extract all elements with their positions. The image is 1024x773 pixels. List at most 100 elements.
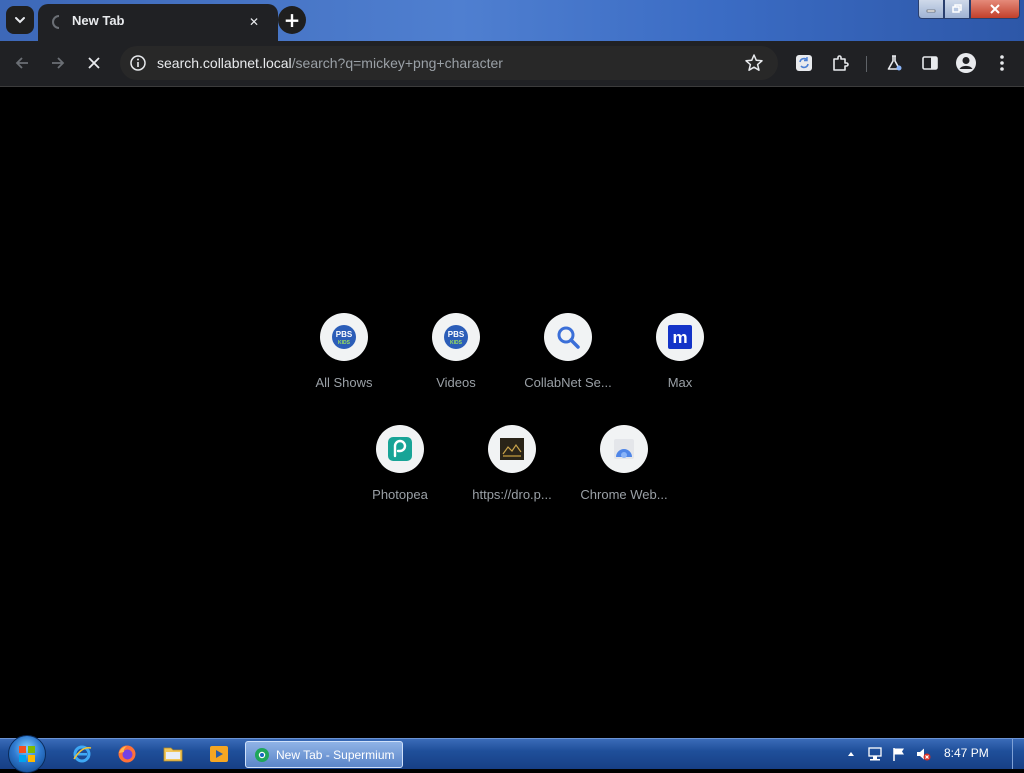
pbs-badge-line1: PBS bbox=[448, 330, 465, 339]
folder-icon bbox=[163, 747, 183, 762]
puzzle-piece-icon bbox=[833, 55, 849, 71]
toolbar-separator bbox=[866, 56, 867, 72]
shortcut-label: Videos bbox=[436, 375, 476, 390]
taskbar-internet-explorer[interactable] bbox=[70, 742, 94, 766]
show-desktop-button[interactable] bbox=[1012, 739, 1024, 769]
minimize-icon bbox=[926, 9, 936, 13]
taskbar-clock[interactable]: 8:47 PM bbox=[944, 746, 989, 760]
tray-volume[interactable] bbox=[915, 746, 931, 762]
chevron-down-icon bbox=[15, 17, 25, 24]
photopea-icon bbox=[388, 437, 412, 461]
tray-action-center[interactable] bbox=[891, 746, 907, 762]
tab-close-button[interactable]: ✕ bbox=[244, 12, 264, 32]
browser-title-bar: New Tab ✕ + bbox=[0, 0, 1024, 41]
shortcut-icon-circle: PBS KIDS bbox=[432, 313, 480, 361]
shortcut-icon-circle: m bbox=[656, 313, 704, 361]
max-letter: m bbox=[672, 328, 687, 347]
windows-taskbar: New Tab - Supermium 8:47 PM bbox=[0, 735, 1024, 773]
shortcut-label: All Shows bbox=[315, 375, 373, 390]
shortcut-collabnet-search[interactable]: CollabNet Se... bbox=[512, 311, 624, 423]
pbs-kids-icon: PBS KIDS bbox=[332, 325, 356, 349]
pbs-badge-line2: KIDS bbox=[338, 340, 351, 346]
browser-toolbar: search.collabnet.local/search?q=mickey+p… bbox=[0, 41, 1024, 87]
volume-muted-icon bbox=[917, 748, 931, 761]
network-icon bbox=[868, 747, 882, 761]
pbs-kids-icon: PBS KIDS bbox=[444, 325, 468, 349]
url-host: search.collabnet.local bbox=[157, 55, 292, 71]
arrow-left-icon bbox=[15, 57, 28, 69]
max-m-icon: m bbox=[668, 325, 692, 349]
internet-explorer-icon bbox=[73, 745, 92, 763]
stop-loading-button[interactable] bbox=[80, 49, 108, 77]
shortcut-label: CollabNet Se... bbox=[524, 375, 612, 390]
minimize-button[interactable] bbox=[918, 0, 944, 19]
shortcut-label: Max bbox=[667, 375, 693, 390]
shortcut-videos[interactable]: PBS KIDS Videos bbox=[400, 311, 512, 423]
shortcut-chrome-web-store[interactable]: Chrome Web... bbox=[568, 423, 680, 535]
shortcut-label: Photopea bbox=[372, 487, 428, 502]
taskbar-window-supermium[interactable]: New Tab - Supermium bbox=[245, 741, 403, 768]
tray-network[interactable] bbox=[867, 746, 883, 762]
flag-icon bbox=[893, 748, 904, 761]
pbs-badge-line1: PBS bbox=[336, 330, 353, 339]
dro-thumbnail-icon bbox=[500, 438, 524, 460]
taskbar-window-title: New Tab - Supermium bbox=[276, 747, 395, 762]
bookmark-star-icon[interactable] bbox=[744, 53, 764, 73]
loading-spinner-icon bbox=[52, 15, 60, 29]
site-info-icon[interactable] bbox=[129, 54, 147, 72]
side-panel-button[interactable] bbox=[916, 49, 944, 77]
shortcut-dro[interactable]: https://dro.p... bbox=[456, 423, 568, 535]
restore-icon bbox=[952, 4, 962, 13]
profile-button[interactable] bbox=[952, 49, 980, 77]
window-controls bbox=[918, 0, 1020, 19]
forward-button[interactable] bbox=[44, 49, 72, 77]
chevron-up-icon bbox=[848, 752, 854, 756]
more-vert-icon bbox=[1000, 55, 1004, 71]
windows-logo-icon bbox=[19, 746, 35, 762]
shortcut-icon-circle bbox=[488, 425, 536, 473]
close-window-button[interactable] bbox=[970, 0, 1020, 19]
side-panel-icon bbox=[922, 56, 938, 70]
shortcut-icon-circle bbox=[544, 313, 592, 361]
search-icon bbox=[557, 326, 580, 349]
shortcut-icon-circle bbox=[600, 425, 648, 473]
close-icon: ✕ bbox=[248, 15, 260, 29]
plus-icon: + bbox=[283, 8, 301, 32]
profile-avatar-icon bbox=[956, 53, 976, 73]
labs-button[interactable] bbox=[880, 49, 908, 77]
sync-extension-icon bbox=[796, 55, 812, 71]
start-button[interactable] bbox=[8, 735, 46, 773]
supermium-icon bbox=[255, 747, 269, 762]
firefox-icon bbox=[118, 745, 136, 763]
shortcut-label: Chrome Web... bbox=[580, 487, 668, 502]
sync-extension-button[interactable] bbox=[790, 49, 818, 77]
browser-menu-button[interactable] bbox=[988, 49, 1016, 77]
taskbar-file-explorer[interactable] bbox=[161, 742, 185, 766]
tray-overflow-button[interactable] bbox=[843, 746, 859, 762]
chrome-web-store-icon bbox=[614, 439, 634, 459]
restore-button[interactable] bbox=[944, 0, 970, 19]
url-path: /search?q=mickey+png+character bbox=[291, 55, 503, 71]
url-text[interactable]: search.collabnet.local/search?q=mickey+p… bbox=[157, 55, 503, 71]
taskbar-firefox[interactable] bbox=[115, 742, 139, 766]
close-icon bbox=[88, 57, 100, 69]
tab-search-button[interactable] bbox=[6, 6, 34, 34]
shortcut-photopea[interactable]: Photopea bbox=[344, 423, 456, 535]
shortcut-label: https://dro.p... bbox=[472, 487, 552, 502]
arrow-right-icon bbox=[52, 57, 65, 69]
tab-title: New Tab bbox=[72, 13, 125, 28]
media-player-icon bbox=[210, 746, 228, 762]
back-button[interactable] bbox=[8, 49, 36, 77]
tab-new-tab[interactable]: New Tab ✕ bbox=[38, 4, 278, 41]
pbs-badge-line2: KIDS bbox=[450, 340, 463, 346]
close-icon bbox=[990, 4, 1000, 14]
shortcut-max[interactable]: m Max bbox=[624, 311, 736, 423]
address-bar[interactable]: search.collabnet.local/search?q=mickey+p… bbox=[120, 46, 778, 80]
extensions-button[interactable] bbox=[826, 49, 854, 77]
shortcut-icon-circle bbox=[376, 425, 424, 473]
shortcut-icon-circle: PBS KIDS bbox=[320, 313, 368, 361]
flask-icon bbox=[887, 55, 902, 71]
taskbar-media-player[interactable] bbox=[207, 742, 231, 766]
new-tab-button[interactable]: + bbox=[278, 6, 306, 34]
shortcut-all-shows[interactable]: PBS KIDS All Shows bbox=[288, 311, 400, 423]
